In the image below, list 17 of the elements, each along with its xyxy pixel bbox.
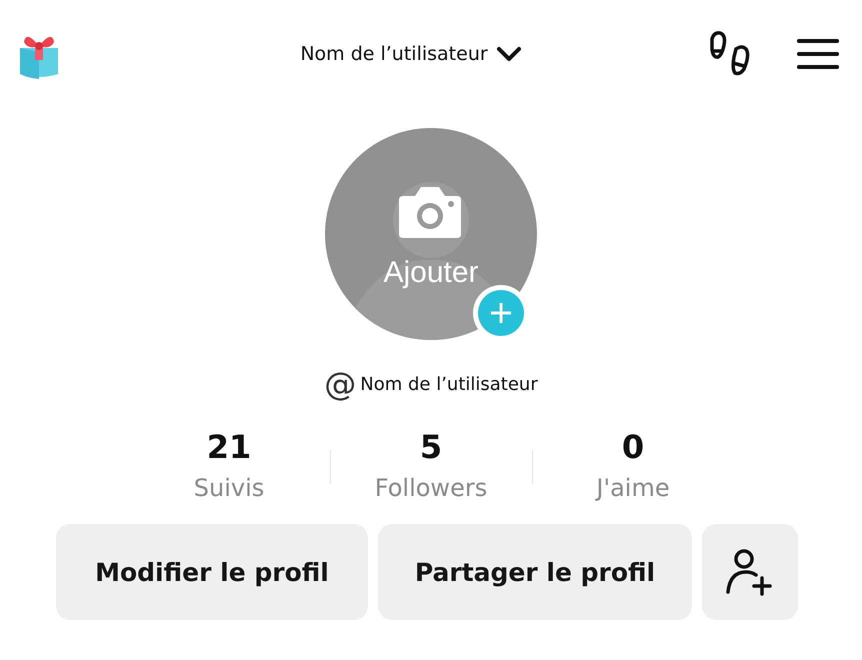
- profile-button[interactable]: Partager le profil: [378, 524, 692, 620]
- footprints-icon[interactable]: [708, 31, 752, 77]
- add-photo-label: Ajouter: [382, 256, 480, 290]
- stat-value: 21: [206, 428, 252, 466]
- stat-value: 5: [420, 428, 442, 466]
- camera-icon: [397, 184, 463, 240]
- username: Nom de l’utilisateur: [360, 374, 538, 394]
- add-friend-button[interactable]: [702, 524, 798, 620]
- profile-button[interactable]: Modifier le profil: [56, 524, 368, 620]
- menu-icon[interactable]: [796, 37, 840, 71]
- stat-label: Suivis: [194, 474, 264, 502]
- stat-label: J'aime: [596, 474, 670, 502]
- chevron-down-icon: [496, 45, 522, 63]
- stat-label: Followers: [374, 474, 488, 502]
- account-switcher[interactable]: Nom de l’utilisateur: [300, 43, 522, 65]
- stat-value: 0: [622, 428, 644, 466]
- at-sign: @: [324, 368, 356, 400]
